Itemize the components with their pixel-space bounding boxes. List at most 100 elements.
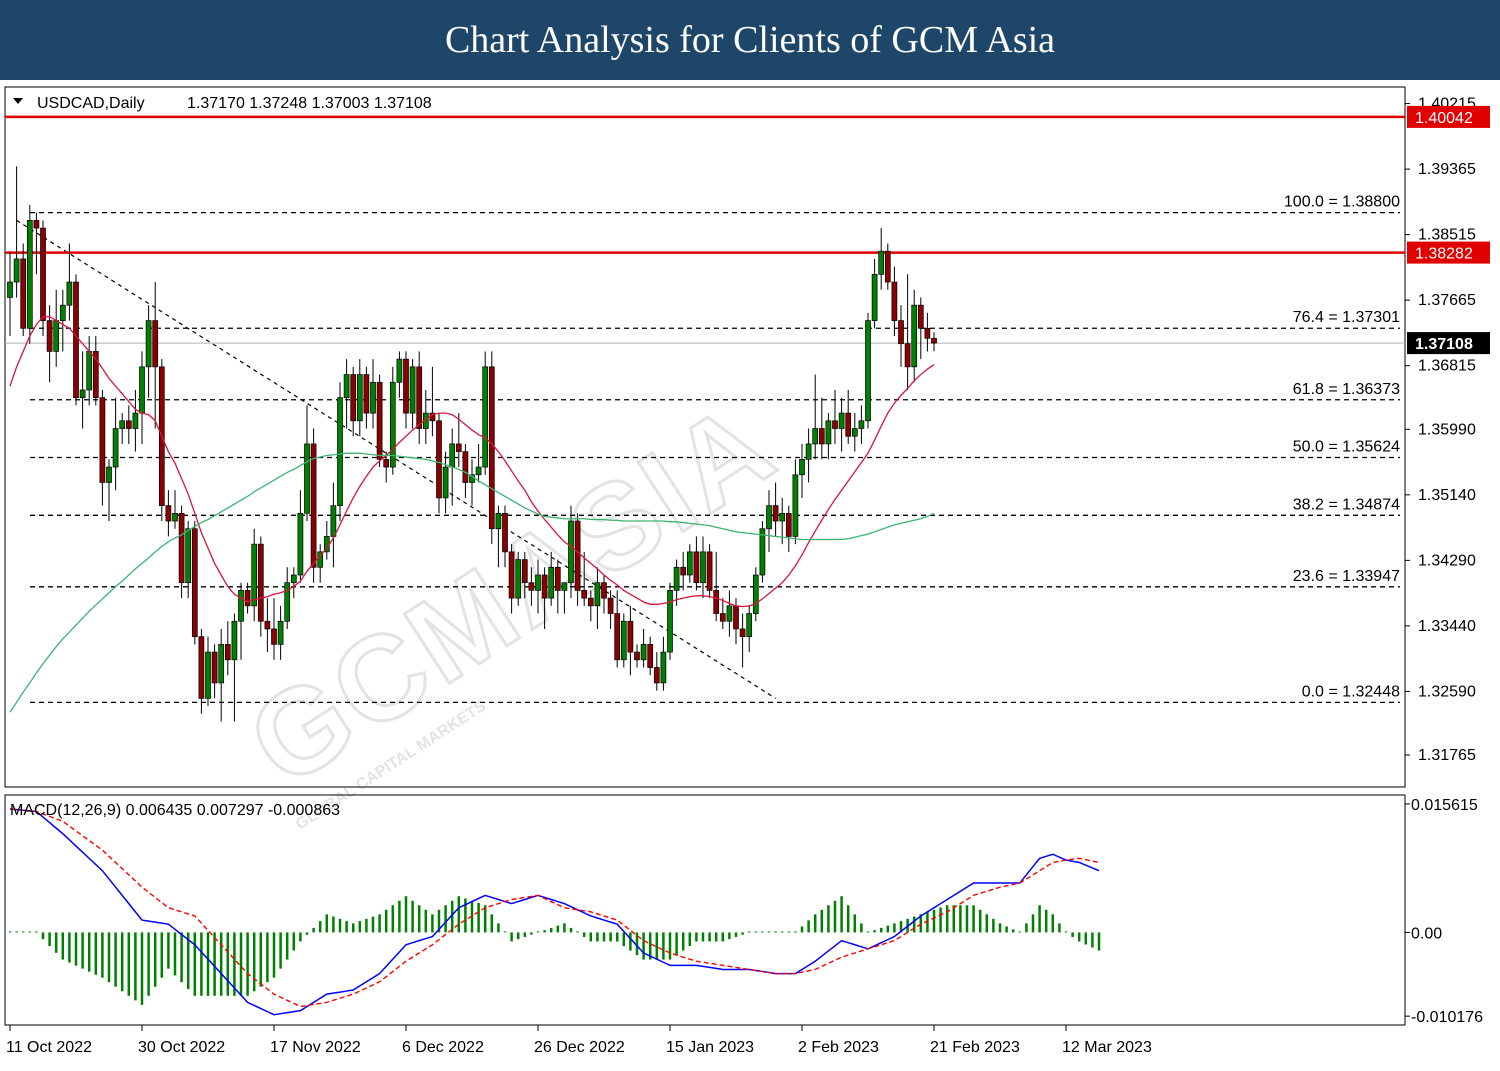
- candle-body: [686, 551, 693, 576]
- candle-body: [634, 651, 640, 661]
- price-axis-label: 1.38515: [1418, 227, 1476, 244]
- candle-body: [858, 420, 865, 429]
- candle-body: [884, 250, 891, 283]
- symbol-header[interactable]: USDCAD,Daily 1.37170 1.37248 1.37003 1.3…: [13, 95, 432, 112]
- last-price-label: 1.37108: [1415, 336, 1473, 353]
- candle: [667, 582, 673, 660]
- candle-body: [627, 620, 634, 653]
- candle-body: [568, 520, 574, 584]
- date-axis-label: 26 Dec 2022: [534, 1039, 625, 1056]
- candle-body: [488, 366, 495, 530]
- candle-body: [218, 644, 225, 684]
- candle-body: [766, 505, 772, 530]
- candle-body: [898, 320, 904, 345]
- candle-body: [713, 590, 720, 614]
- candle-body: [752, 574, 759, 614]
- candle: [759, 521, 766, 583]
- candle: [620, 613, 627, 668]
- candle-body: [185, 528, 192, 584]
- candle-body: [779, 512, 786, 522]
- candle-body: [931, 337, 937, 344]
- candle-body: [719, 613, 726, 622]
- report-header: Chart Analysis for Clients of GCM Asia: [0, 0, 1500, 80]
- macd-label: MACD(12,26,9) 0.006435 0.007297 -0.00086…: [10, 802, 340, 819]
- candle-body: [792, 474, 799, 537]
- candle-body: [277, 620, 284, 645]
- candle-body: [838, 412, 845, 429]
- candle-body: [224, 644, 231, 661]
- candle-body: [581, 590, 588, 599]
- candle-body: [891, 281, 898, 321]
- symbol-label: USDCAD,Daily: [37, 95, 145, 112]
- price-axis-label: 1.39365: [1418, 161, 1476, 178]
- candle-body: [350, 374, 357, 422]
- fib-level-label: 61.8 = 1.36373: [1293, 381, 1400, 398]
- candle: [488, 351, 495, 545]
- candle-body: [878, 250, 885, 275]
- candle-body: [601, 582, 607, 599]
- candle: [191, 521, 198, 645]
- candle-body: [79, 389, 86, 399]
- date-axis-label: 11 Oct 2022: [6, 1039, 92, 1056]
- candle-body: [442, 466, 449, 499]
- candle: [26, 204, 33, 344]
- candle-body: [251, 543, 258, 607]
- candle: [376, 374, 383, 468]
- candle-body: [680, 566, 687, 576]
- macd-axis-label: 0.00: [1411, 925, 1442, 942]
- candle-body: [462, 451, 469, 483]
- candle-body: [165, 505, 172, 522]
- candle-body: [508, 551, 515, 599]
- candle-body: [152, 320, 159, 368]
- candle-body: [455, 443, 462, 452]
- candle-body: [66, 281, 73, 306]
- candle-body: [112, 428, 119, 468]
- candle-body: [205, 651, 211, 699]
- date-axis-label: 2 Feb 2023: [798, 1039, 879, 1056]
- candle-body: [587, 597, 594, 607]
- candle-body: [436, 420, 442, 499]
- candle-body: [871, 273, 878, 321]
- candle: [389, 366, 396, 475]
- report-title: Chart Analysis for Clients of GCM Asia: [444, 19, 1056, 61]
- candle-body: [733, 605, 739, 630]
- candle-body: [119, 420, 126, 429]
- candle-body: [343, 374, 350, 399]
- candle-body: [264, 620, 271, 630]
- candle-body: [554, 566, 561, 591]
- candle-body: [700, 551, 706, 584]
- candle-body: [673, 566, 680, 591]
- candle-body: [865, 320, 871, 422]
- date-axis-label: 12 Mar 2023: [1062, 1039, 1152, 1056]
- candle-body: [832, 420, 838, 429]
- candle-body: [535, 574, 541, 591]
- fib-level-label: 100.0 = 1.38800: [1284, 194, 1400, 211]
- candle-body: [805, 443, 812, 460]
- candle-body: [40, 227, 46, 321]
- price-axis-label: 1.32590: [1418, 683, 1476, 700]
- candle-body: [785, 512, 792, 537]
- candle-body: [818, 428, 825, 445]
- candle-body: [825, 420, 832, 445]
- candle-body: [178, 512, 185, 584]
- candle-body: [449, 443, 456, 468]
- candle-body: [812, 428, 819, 445]
- candle-body: [198, 636, 205, 699]
- candle-body: [416, 366, 423, 429]
- candle-body: [403, 358, 409, 414]
- price-axis-label: 1.35140: [1418, 487, 1476, 504]
- date-axis-label: 15 Jan 2023: [666, 1039, 754, 1056]
- date-axis-label: 17 Nov 2022: [270, 1039, 361, 1056]
- candle-body: [376, 381, 383, 460]
- candle-body: [482, 366, 489, 468]
- candle: [515, 551, 522, 606]
- candle-body: [475, 466, 482, 476]
- candle-body: [271, 628, 277, 645]
- candle-body: [548, 566, 555, 599]
- candle-body: [561, 582, 568, 591]
- candle-body: [238, 590, 244, 622]
- candle-body: [145, 320, 152, 368]
- candle-body: [396, 358, 403, 383]
- candle-body: [211, 651, 218, 684]
- candle-body: [99, 397, 106, 483]
